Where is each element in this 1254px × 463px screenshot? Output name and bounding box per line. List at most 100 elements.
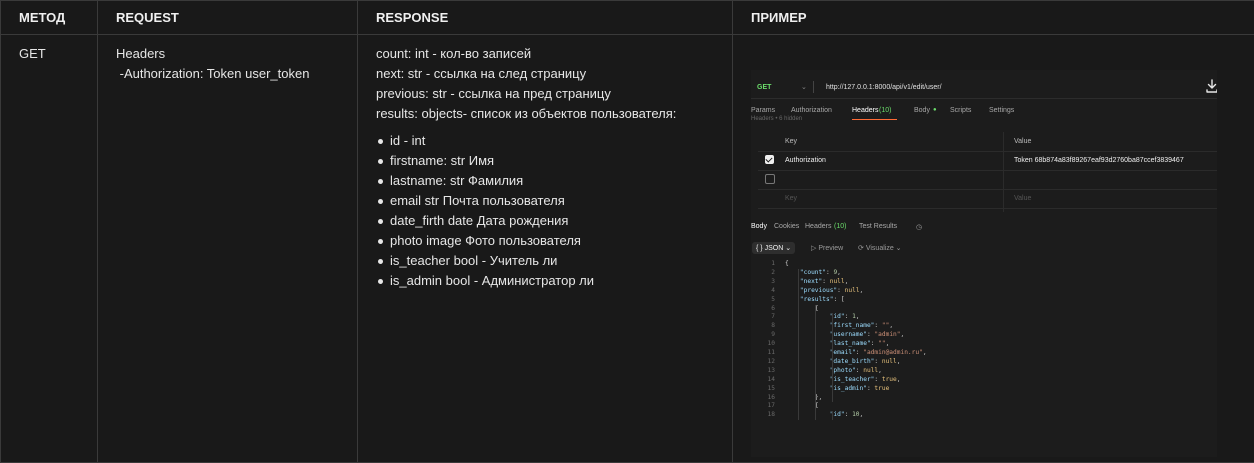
line-number: 11 [767, 349, 775, 356]
code-line: "results": [ [799, 295, 845, 303]
checkbox-checked[interactable] [765, 155, 774, 164]
code-line: "first_name": "", [829, 322, 894, 330]
preview-button[interactable]: ▷ Preview [811, 244, 843, 252]
code-line: "photo": null, [829, 366, 882, 374]
response-fields-list: id - int firstname: str Имя lastname: st… [376, 131, 714, 291]
line-number: 4 [771, 286, 775, 294]
divider [813, 81, 814, 93]
header-response: RESPONSE [357, 0, 733, 35]
response-count: count: int - кол-во записей [376, 46, 532, 61]
list-item: is_admin bool - Администратор ли [376, 271, 714, 291]
request-headers-label: Headers [116, 46, 166, 61]
response-next: next: str - ссылка на след страницу [376, 66, 587, 81]
list-item: date_firth date Дата рождения [376, 211, 714, 231]
table-row [758, 170, 1217, 190]
line-number: 10 [767, 340, 775, 348]
line-number: 7 [771, 313, 775, 321]
value-placeholder[interactable]: Value [1014, 195, 1031, 202]
line-number: 3 [771, 277, 775, 285]
tab-body[interactable]: Body [751, 223, 767, 230]
line-number: 13 [767, 366, 775, 374]
key-placeholder[interactable]: Key [785, 195, 797, 202]
preview-label: Preview [818, 245, 844, 252]
indent-guide [815, 304, 816, 421]
col-key: Key [785, 138, 798, 145]
format-select[interactable]: { } JSON ⌄ [752, 242, 796, 254]
code-line: "username": "admin", [829, 331, 905, 339]
tab-cookies[interactable]: Cookies [774, 223, 799, 230]
code-line: "email": "admin@admin.ru", [829, 349, 927, 356]
tab-body[interactable]: Body [914, 107, 930, 114]
header-value[interactable]: Token 68b874a83f89267eaf93d2760ba87ccef3… [1014, 157, 1184, 164]
list-item: firstname: str Имя [376, 151, 714, 171]
line-number: 6 [771, 304, 775, 312]
tab-scripts[interactable]: Scripts [950, 107, 971, 114]
code-line: "count": 9, [799, 268, 841, 276]
url-bar: GET ⌄ http://127.0.0.1:8000/api/v1/edit/… [751, 78, 1217, 99]
visualize-label: Visualize [865, 245, 894, 252]
body-dot-icon: ● [933, 107, 937, 113]
checkbox-unchecked[interactable] [765, 174, 775, 184]
indent-guide [832, 411, 833, 421]
code-line: { [785, 304, 819, 312]
list-item: lastname: str Фамилия [376, 171, 714, 191]
indent-guide [798, 268, 799, 421]
code-line: }, [785, 393, 823, 401]
line-number: 15 [767, 384, 775, 392]
download-icon[interactable] [1206, 79, 1217, 93]
indent-guide [832, 313, 833, 403]
tab-settings[interactable]: Settings [989, 107, 1014, 114]
line-number: 12 [767, 357, 775, 365]
active-tab-underline [852, 119, 897, 120]
history-icon[interactable]: ◷ [916, 223, 922, 231]
code-line: "id": 1, [829, 313, 860, 321]
request-auth-header: -Authorization: Token user_token [116, 66, 310, 81]
response-cell: count: int - кол-во записей next: str - … [357, 34, 733, 463]
code-line: { [785, 260, 789, 267]
play-icon: ▷ [811, 245, 817, 252]
line-number: 5 [771, 295, 775, 303]
postman-screenshot: GET ⌄ http://127.0.0.1:8000/api/v1/edit/… [751, 70, 1217, 457]
code-line: { [785, 402, 819, 410]
headers-count: (10) [879, 107, 892, 114]
request-method[interactable]: GET [757, 84, 771, 91]
table-row: Key Value [758, 189, 1217, 209]
list-item: photo image Фото пользователя [376, 231, 714, 251]
code-line: "previous": null, [799, 286, 864, 294]
line-number: 1 [771, 260, 775, 267]
header-request: REQUEST [97, 0, 358, 35]
code-line: "next": null, [799, 277, 849, 285]
list-item: is_teacher bool - Учитель ли [376, 251, 714, 271]
line-number: 9 [771, 331, 775, 339]
code-line: "id": 10, [829, 411, 864, 419]
method-cell: GET [0, 34, 98, 463]
method-value: GET [19, 46, 46, 61]
list-item: id - int [376, 131, 714, 151]
header-row: МЕТОД REQUEST RESPONSE ПРИМЕР [0, 0, 1254, 35]
line-number: 18 [767, 411, 775, 419]
tab-test-results[interactable]: Test Results [859, 223, 897, 230]
table-row: Authorization Token 68b874a83f89267eaf93… [758, 151, 1217, 171]
visualize-icon: ⟳ [858, 245, 864, 252]
line-number: 14 [767, 375, 775, 383]
tab-headers[interactable]: Headers [805, 223, 831, 230]
request-cell: Headers -Authorization: Token user_token [97, 34, 358, 463]
line-number: 8 [771, 322, 775, 330]
headers-count: (10) [834, 223, 847, 230]
tab-params[interactable]: Params [751, 107, 775, 114]
tab-headers[interactable]: Headers [852, 107, 878, 114]
request-tabs: Params Authorization Headers (10) Body ●… [751, 105, 1217, 120]
tab-authorization[interactable]: Authorization [791, 107, 832, 114]
hidden-headers-text: Headers • 6 hidden [751, 116, 803, 122]
header-key[interactable]: Authorization [785, 157, 826, 164]
url-input[interactable]: http://127.0.0.1:8000/api/v1/edit/user/ [826, 84, 942, 91]
chevron-down-icon[interactable]: ⌄ [801, 83, 807, 91]
response-format-bar: { } JSON ⌄ ▷ Preview ⟳ Visualize ⌄ [751, 242, 1217, 256]
code-line: "is_admin": true [829, 384, 890, 392]
format-label: JSON [764, 245, 784, 252]
visualize-button[interactable]: ⟳ Visualize ⌄ [858, 244, 902, 252]
braces-icon: { } [756, 245, 763, 252]
header-example: ПРИМЕР [732, 0, 1254, 35]
line-number: 16 [767, 393, 775, 401]
header-method: МЕТОД [0, 0, 98, 35]
